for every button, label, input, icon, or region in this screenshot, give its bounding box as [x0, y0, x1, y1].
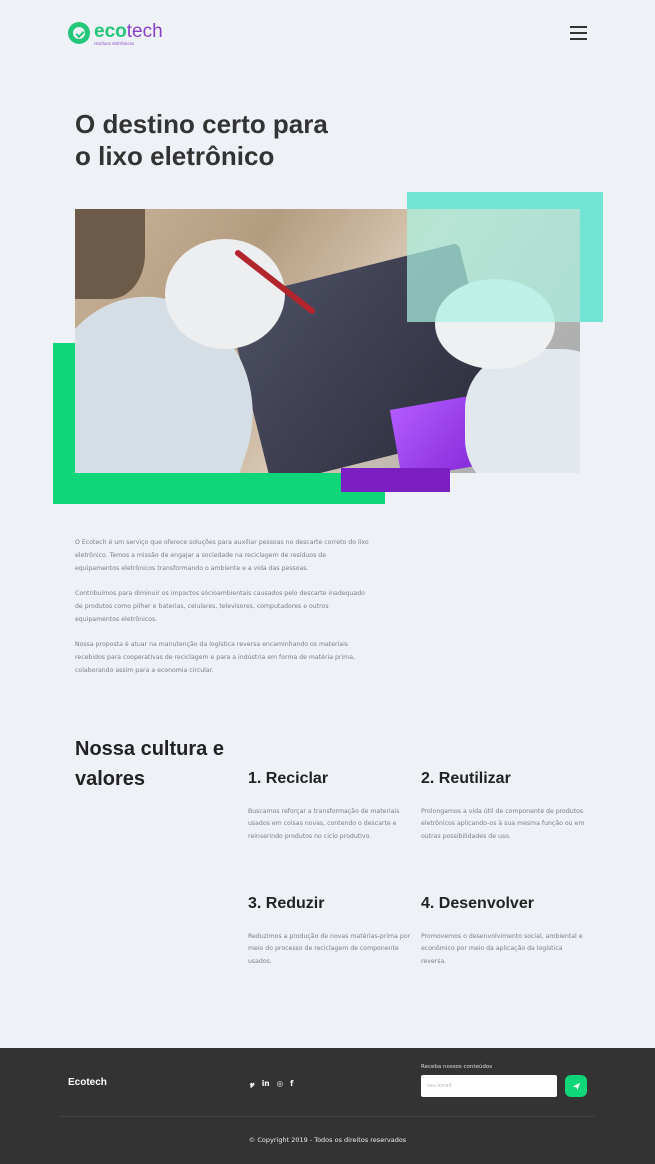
copyright: © Copyright 2019 - Todos os direitos res… [248, 1136, 407, 1144]
value-text: Prolongamos a vida útil de componente de… [421, 808, 585, 840]
value-title: 1. Reciclar [248, 770, 329, 787]
linkedin-icon[interactable]: in [262, 1079, 270, 1089]
about-paragraph-2: Contribuímos para diminuir os impactos s… [75, 590, 365, 623]
logo-tagline: resíduos eletrônicos [94, 41, 135, 46]
about-section: O Ecotech é um serviço que oferece soluç… [75, 537, 370, 691]
value-card-reciclar: 1. Reciclar Buscamos reforçar a transfor… [248, 769, 413, 843]
facebook-icon[interactable]: f [290, 1079, 293, 1089]
decorative-purple-block [341, 468, 450, 492]
newsletter-label: Receba nossos conteúdos [421, 1064, 493, 1070]
site-footer: Ecotech 𝔂 in ◎ f Receba nossos conteúdos… [0, 1048, 655, 1164]
hero-title-line-2: o lixo eletrônico [75, 141, 275, 171]
hamburger-menu-icon[interactable] [570, 26, 587, 40]
newsletter-send-button[interactable] [565, 1075, 587, 1097]
site-header: ecotech resíduos eletrônicos [0, 0, 655, 64]
footer-brand: Ecotech [68, 1077, 107, 1088]
newsletter-email-input[interactable] [421, 1075, 557, 1097]
footer-divider [60, 1116, 595, 1117]
culture-title: Nossa cultura e valores [75, 738, 224, 790]
value-title: 4. Desenvolver [421, 895, 534, 912]
about-paragraph-1: O Ecotech é um serviço que oferece soluç… [75, 539, 369, 572]
value-card-reutilizar: 2. Reutilizar Prolongamos a vida útil de… [421, 769, 586, 843]
send-arrow-icon [572, 1082, 580, 1090]
social-links: 𝔂 in ◎ f [250, 1079, 293, 1089]
about-paragraph-3: Nossa proposta é atuar na manutenção da … [75, 641, 355, 674]
value-text: Buscamos reforçar a transformação de mat… [248, 808, 400, 840]
ecotech-logo[interactable]: ecotech resíduos eletrônicos [68, 22, 163, 46]
value-text: Promovemos o desenvolvimento social, amb… [421, 933, 583, 965]
twitter-icon[interactable]: 𝔂 [250, 1079, 255, 1089]
instagram-icon[interactable]: ◎ [277, 1079, 284, 1089]
hero-title-line-1: O destino certo para [75, 109, 328, 139]
logo-eco: eco [94, 21, 127, 42]
hero-photo [75, 209, 580, 473]
hero-title: O destino certo para o lixo eletrônico [75, 108, 375, 172]
value-card-reduzir: 3. Reduzir Reduzimos a produção de novas… [248, 894, 413, 968]
logo-tech: tech [126, 21, 163, 42]
value-title: 2. Reutilizar [421, 770, 511, 787]
recycle-check-icon [68, 22, 90, 44]
value-text: Reduzimos a produção de novas matérias-p… [248, 933, 411, 965]
value-title: 3. Reduzir [248, 895, 325, 912]
value-card-desenvolver: 4. Desenvolver Promovemos o desenvolvime… [421, 894, 586, 968]
logo-wordmark: ecotech resíduos eletrônicos [94, 22, 163, 46]
